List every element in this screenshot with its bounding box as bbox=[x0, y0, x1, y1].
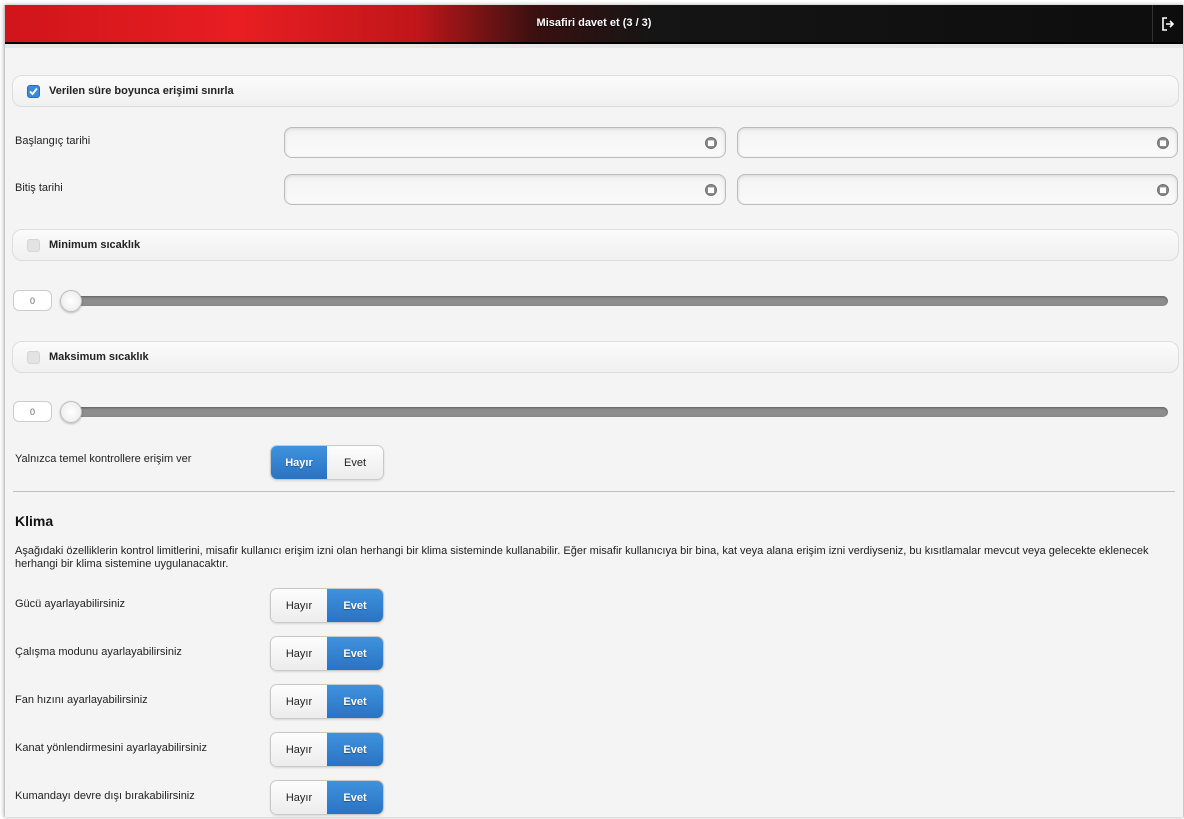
klima-option-label: Gücü ayarlayabilirsiniz bbox=[15, 598, 126, 610]
calendar-icon[interactable] bbox=[705, 137, 717, 149]
exit-button[interactable] bbox=[1152, 5, 1183, 42]
end-time-input[interactable] bbox=[737, 174, 1178, 205]
start-date-input[interactable] bbox=[284, 127, 726, 158]
klima-option-label: Kumandayı devre dışı bırakabilirsiniz bbox=[15, 790, 195, 802]
option-no[interactable]: Hayır bbox=[271, 685, 327, 718]
option-no[interactable]: Hayır bbox=[271, 446, 327, 479]
basic-controls-toggle: Hayır Evet bbox=[270, 445, 384, 480]
min-temp-slider-handle[interactable] bbox=[60, 290, 82, 312]
max-temp-value[interactable]: 0 bbox=[13, 401, 52, 422]
klima-description: Aşağıdaki özelliklerin kontrol limitleri… bbox=[15, 545, 1149, 570]
power-toggle: Hayır Evet bbox=[270, 588, 384, 623]
option-no[interactable]: Hayır bbox=[271, 637, 327, 670]
klima-option-label: Fan hızını ayarlayabilirsiniz bbox=[15, 694, 148, 706]
option-no[interactable]: Hayır bbox=[271, 589, 327, 622]
option-yes[interactable]: Evet bbox=[327, 733, 383, 766]
klima-option-label: Kanat yönlendirmesini ayarlayabilirsiniz bbox=[15, 742, 207, 754]
max-temp-slider-track[interactable] bbox=[63, 407, 1168, 417]
basic-controls-label: Yalnızca temel kontrollere erişim ver bbox=[15, 453, 192, 465]
invite-guest-dialog: Misafiri davet et (3 / 3) Verilen süre b… bbox=[4, 5, 1184, 817]
end-date-input[interactable] bbox=[284, 174, 726, 205]
header-strip bbox=[5, 44, 1183, 48]
limit-access-checkbox[interactable]: Verilen süre boyunca erişimi sınırla bbox=[12, 75, 1179, 107]
min-temp-label: Minimum sıcaklık bbox=[49, 239, 141, 251]
checkbox-unchecked-icon bbox=[27, 350, 40, 364]
clock-icon[interactable] bbox=[1157, 184, 1169, 196]
min-temp-value[interactable]: 0 bbox=[13, 290, 52, 311]
start-date-label: Başlangıç tarihi bbox=[15, 135, 91, 147]
max-temp-label: Maksimum sıcaklık bbox=[49, 351, 149, 363]
section-divider bbox=[13, 491, 1175, 492]
start-time-input[interactable] bbox=[737, 127, 1178, 158]
clock-icon[interactable] bbox=[1157, 137, 1169, 149]
option-no[interactable]: Hayır bbox=[271, 781, 327, 814]
calendar-icon[interactable] bbox=[705, 184, 717, 196]
logout-icon bbox=[1162, 16, 1175, 31]
option-yes[interactable]: Evet bbox=[327, 446, 383, 479]
max-temp-slider-handle[interactable] bbox=[60, 401, 82, 423]
vane-direction-toggle: Hayır Evet bbox=[270, 732, 384, 767]
klima-title: Klima bbox=[15, 513, 54, 529]
checkbox-unchecked-icon bbox=[27, 238, 40, 252]
dialog-title: Misafiri davet et (3 / 3) bbox=[536, 17, 652, 29]
klima-option-label: Çalışma modunu ayarlayabilirsiniz bbox=[15, 646, 182, 658]
option-yes[interactable]: Evet bbox=[327, 781, 383, 814]
fan-speed-toggle: Hayır Evet bbox=[270, 684, 384, 719]
end-date-label: Bitiş tarihi bbox=[15, 182, 63, 194]
option-yes[interactable]: Evet bbox=[327, 637, 383, 670]
limit-access-label: Verilen süre boyunca erişimi sınırla bbox=[49, 85, 234, 97]
max-temp-checkbox[interactable]: Maksimum sıcaklık bbox=[12, 341, 1179, 373]
option-yes[interactable]: Evet bbox=[327, 589, 383, 622]
mode-toggle: Hayır Evet bbox=[270, 636, 384, 671]
option-no[interactable]: Hayır bbox=[271, 733, 327, 766]
min-temp-checkbox[interactable]: Minimum sıcaklık bbox=[12, 229, 1179, 261]
min-temp-slider-track[interactable] bbox=[63, 296, 1168, 306]
checkbox-checked-icon bbox=[27, 84, 40, 98]
remote-disable-toggle: Hayır Evet bbox=[270, 780, 384, 815]
header-bar: Misafiri davet et (3 / 3) bbox=[5, 5, 1183, 44]
option-yes[interactable]: Evet bbox=[327, 685, 383, 718]
